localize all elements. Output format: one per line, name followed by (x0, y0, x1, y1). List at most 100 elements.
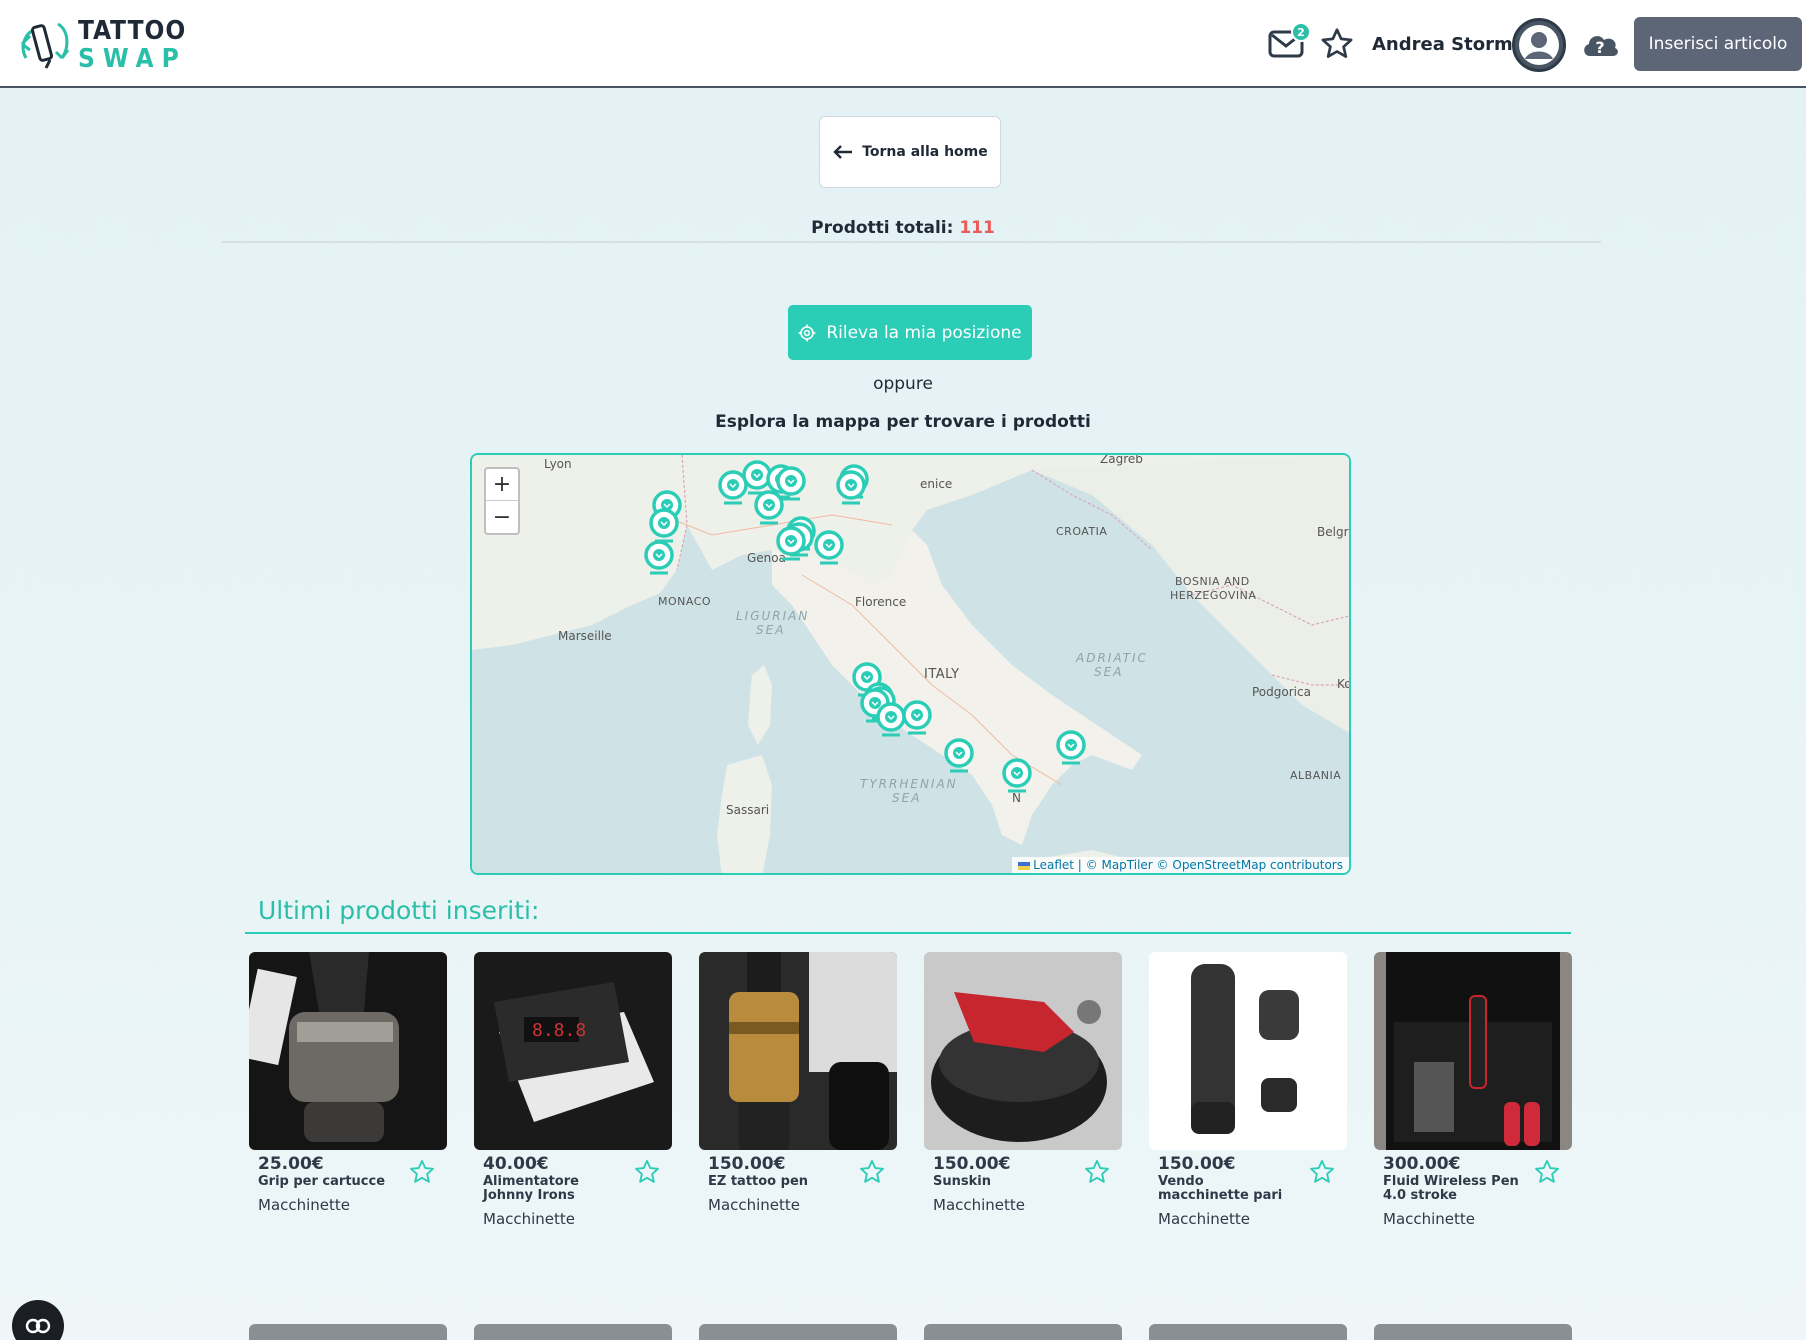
logo-icon (20, 22, 70, 69)
map-label: SEA (892, 791, 922, 805)
explore-map-text: Esplora la mappa per trovare i prodotti (715, 412, 1091, 432)
star-icon[interactable] (1318, 26, 1356, 62)
product-title[interactable]: Alimentatore Johnny Irons (483, 1175, 623, 1203)
svg-text:8.8.8: 8.8.8 (532, 1020, 586, 1041)
map-label: TYRRHENIAN (860, 777, 958, 791)
chat-button[interactable] (12, 1300, 64, 1340)
logo-text-swap: SWAP (78, 44, 187, 74)
map-label: Florence (855, 595, 907, 609)
product-price: 40.00€ (483, 1154, 549, 1174)
map-label: Belgr (1317, 525, 1349, 539)
attribution-text: | © MapTiler © OpenStreetMap contributor… (1073, 858, 1343, 872)
zoom-out-button[interactable]: − (486, 501, 518, 533)
product-image[interactable] (249, 952, 447, 1150)
product-price: 300.00€ (1383, 1154, 1461, 1174)
map-pin-icon[interactable] (812, 529, 846, 569)
product-image[interactable]: 8.8.8 (474, 952, 672, 1150)
section-title: Ultimi prodotti inseriti: (258, 896, 540, 925)
map-pin-icon[interactable] (942, 737, 976, 777)
insert-article-button[interactable]: Inserisci articolo (1634, 17, 1802, 71)
product-title[interactable]: Fluid Wireless Pen 4.0 stroke (1383, 1175, 1523, 1203)
chat-icon (25, 1318, 51, 1334)
total-products: Prodotti totali: 111 (0, 218, 1806, 238)
star-icon[interactable] (407, 1158, 437, 1186)
svg-text:?: ? (1595, 38, 1604, 57)
map-pin-icon[interactable] (834, 469, 868, 509)
locate-me-label: Rileva la mia posizione (826, 322, 1022, 343)
avatar-icon (1519, 25, 1559, 65)
help-cloud-icon[interactable]: ? (1580, 28, 1620, 60)
map-base (472, 455, 1349, 873)
map-label: SEA (1094, 665, 1124, 679)
product-category: Macchinette (483, 1210, 576, 1228)
zoom-control: + − (484, 467, 520, 535)
product-image[interactable] (699, 952, 897, 1150)
product-card[interactable]: 25.00€ Grip per cartucce Macchinette (249, 952, 447, 1214)
map-attribution: Leaflet | © MapTiler © OpenStreetMap con… (1012, 857, 1349, 873)
product-card[interactable]: 150.00€ Vendo macchinette pari Macchinet… (1149, 952, 1347, 1228)
back-home-button[interactable]: Torna alla home (819, 116, 1001, 188)
product-card-partial[interactable] (474, 1324, 672, 1340)
star-icon[interactable] (632, 1158, 662, 1186)
star-icon[interactable] (857, 1158, 887, 1186)
product-card[interactable]: 150.00€ EZ tattoo pen Macchinette (699, 952, 897, 1214)
product-image[interactable] (924, 952, 1122, 1150)
map-label: enice (920, 477, 953, 491)
map-label: Sassari (726, 803, 770, 817)
product-card-partial[interactable] (699, 1324, 897, 1340)
map-pin-icon[interactable] (900, 699, 934, 739)
star-icon[interactable] (1532, 1158, 1562, 1186)
map-pin-icon[interactable] (774, 525, 808, 565)
total-label: Prodotti totali: (811, 218, 954, 238)
product-price: 25.00€ (258, 1154, 324, 1174)
star-icon[interactable] (1307, 1158, 1337, 1186)
arrow-left-icon (833, 145, 853, 159)
product-card-partial[interactable] (1149, 1324, 1347, 1340)
or-text: oppure (873, 374, 933, 394)
star-icon[interactable] (1082, 1158, 1112, 1186)
map-label: Ko (1337, 677, 1351, 691)
ukraine-flag-icon (1018, 861, 1031, 870)
product-title[interactable]: Vendo macchinette pari (1158, 1175, 1298, 1203)
map-label: Podgorica (1252, 685, 1311, 699)
logo-text-tattoo: TATTOO (78, 16, 187, 46)
product-image[interactable] (1149, 952, 1347, 1150)
product-price: 150.00€ (933, 1154, 1011, 1174)
product-card-partial[interactable] (1374, 1324, 1572, 1340)
product-card[interactable]: 300.00€ Fluid Wireless Pen 4.0 stroke Ma… (1374, 952, 1572, 1228)
product-title[interactable]: Grip per cartucce (258, 1175, 398, 1189)
product-card[interactable]: 150.00€ Sunskin Macchinette (924, 952, 1122, 1214)
user-name[interactable]: Andrea Storm (1372, 34, 1513, 55)
logo[interactable]: TATTOO SWAP (16, 16, 185, 74)
product-card-partial[interactable] (924, 1324, 1122, 1340)
product-map[interactable]: Lyon Zagreb enice Genoa MONACO Florence … (470, 453, 1351, 875)
leaflet-link[interactable]: Leaflet (1033, 858, 1074, 872)
location-icon (798, 324, 816, 341)
map-label: Lyon (544, 457, 572, 471)
product-image[interactable] (1374, 952, 1572, 1150)
product-title[interactable]: Sunskin (933, 1175, 1073, 1189)
map-pin-icon[interactable] (1000, 757, 1034, 797)
product-category: Macchinette (708, 1196, 801, 1214)
divider (221, 241, 1601, 243)
zoom-in-button[interactable]: + (486, 469, 518, 501)
map-label: CROATIA (1056, 525, 1108, 538)
product-price: 150.00€ (708, 1154, 786, 1174)
product-card[interactable]: 8.8.8 40.00€ Alimentatore Johnny Irons M… (474, 952, 672, 1228)
product-card-partial[interactable] (249, 1324, 447, 1340)
product-price: 150.00€ (1158, 1154, 1236, 1174)
map-label: MONACO (658, 595, 712, 608)
map-label: ADRIATIC (1076, 651, 1148, 665)
back-home-label: Torna alla home (862, 144, 988, 160)
locate-me-button[interactable]: Rileva la mia posizione (788, 305, 1032, 360)
avatar[interactable] (1512, 18, 1566, 72)
map-pin-icon[interactable] (642, 539, 676, 579)
map-pin-icon[interactable] (1054, 729, 1088, 769)
map-pin-icon[interactable] (752, 489, 786, 529)
product-category: Macchinette (1383, 1210, 1476, 1228)
map-label: HERZEGOVINA (1170, 589, 1257, 602)
map-label: ALBANIA (1290, 769, 1342, 782)
product-title[interactable]: EZ tattoo pen (708, 1175, 848, 1189)
product-category: Macchinette (1158, 1210, 1251, 1228)
map-label: LIGURIAN (736, 609, 810, 623)
